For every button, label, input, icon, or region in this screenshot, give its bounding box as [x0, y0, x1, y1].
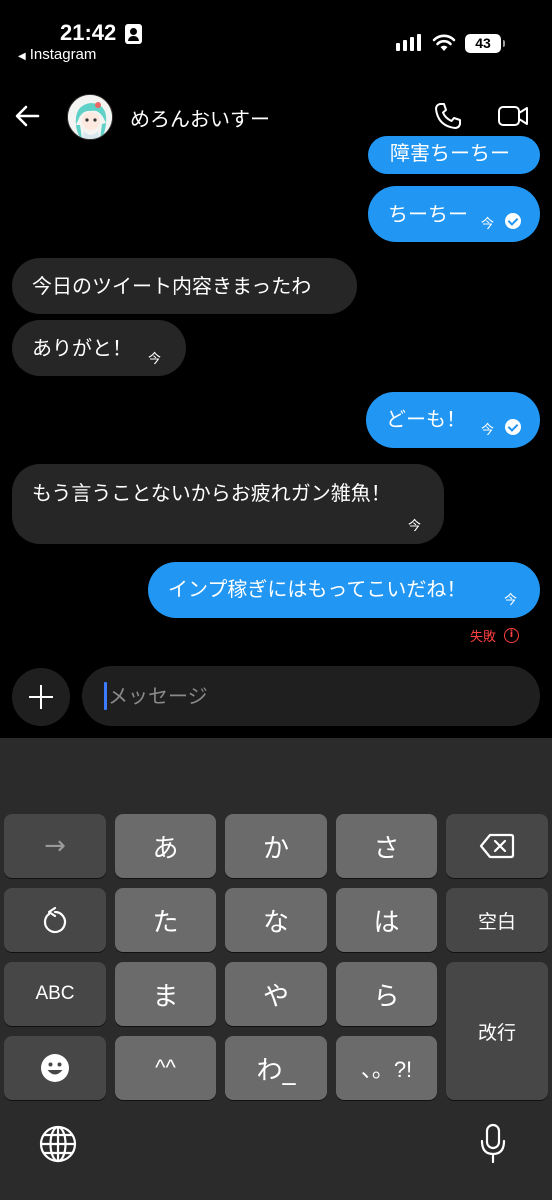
avatar-illustration	[68, 95, 112, 139]
text-caret	[104, 682, 107, 710]
cellular-signal-icon	[396, 34, 421, 51]
contact-name[interactable]: めろんおいすー	[130, 103, 270, 132]
key-a[interactable]: あ	[115, 814, 216, 878]
message-time: 今	[481, 423, 495, 438]
message-time: 今	[481, 217, 495, 232]
key-ya[interactable]: や	[225, 962, 327, 1026]
message-composer[interactable]	[82, 666, 540, 726]
message-bubble-outgoing[interactable]: どーも！ 今	[366, 392, 540, 448]
message-time: 今	[148, 352, 162, 367]
status-bar: 21:42 ◀ Instagram 43	[0, 0, 552, 70]
seen-check-icon	[505, 419, 521, 435]
failed-send-status[interactable]: 失敗 i	[470, 626, 520, 645]
key-wa[interactable]: わ_	[225, 1036, 327, 1100]
message-text: どーも！	[386, 407, 466, 431]
seen-check-icon	[505, 213, 521, 229]
space-key[interactable]: 空白	[446, 888, 548, 952]
status-time: 21:42	[60, 20, 117, 45]
message-bubble-outgoing[interactable]: ちーちー 今	[368, 186, 540, 242]
back-triangle-icon: ◀	[18, 51, 26, 62]
key-ta[interactable]: た	[115, 888, 216, 952]
microphone-icon[interactable]	[478, 1122, 508, 1166]
back-app-label: Instagram	[29, 46, 97, 63]
message-text: ありがと！	[32, 336, 132, 360]
video-call-icon[interactable]	[496, 100, 530, 132]
message-text: 今日のツイート内容きまったわ	[32, 274, 312, 298]
backspace-key[interactable]	[446, 814, 548, 878]
emoji-key[interactable]	[4, 1036, 106, 1100]
message-text: 障害ちーちー	[390, 141, 510, 165]
message-bubble-outgoing[interactable]: インプ稼ぎにはもってこいだね！ 今	[148, 562, 540, 618]
undo-key[interactable]	[4, 888, 106, 952]
backspace-icon	[479, 833, 515, 859]
globe-icon[interactable]	[38, 1124, 78, 1164]
message-time: 今	[408, 519, 422, 534]
key-arrow-next[interactable]: →	[4, 814, 106, 878]
contact-card-icon	[125, 24, 142, 44]
abc-key[interactable]: ABC	[4, 962, 106, 1026]
phone-icon[interactable]	[432, 100, 464, 132]
wifi-icon	[432, 34, 456, 51]
message-bubble-incoming[interactable]: もう言うことないからお疲れガン雑魚！ 今	[12, 464, 444, 544]
key-sa[interactable]: さ	[336, 814, 437, 878]
return-key[interactable]: 改行	[446, 962, 548, 1100]
undo-icon	[43, 906, 67, 934]
message-bubble-incoming[interactable]: ありがと！ 今	[12, 320, 186, 376]
back-to-app-link[interactable]: ◀ Instagram	[18, 46, 96, 63]
error-info-icon[interactable]: i	[504, 628, 520, 643]
message-text: インプ稼ぎにはもってこいだね！	[168, 577, 467, 601]
message-input[interactable]	[108, 666, 528, 726]
add-attachment-button[interactable]	[12, 668, 70, 726]
key-kaomoji[interactable]: ^^	[115, 1036, 216, 1100]
message-time: 今	[504, 593, 518, 608]
key-ra[interactable]: ら	[336, 962, 437, 1026]
message-text: ちーちー	[388, 202, 468, 226]
key-na[interactable]: な	[225, 888, 327, 952]
key-punctuation[interactable]: 、。?!	[336, 1036, 437, 1100]
emoji-icon	[41, 1054, 69, 1082]
key-ha[interactable]: は	[336, 888, 437, 952]
key-ka[interactable]: か	[225, 814, 327, 878]
message-bubble-incoming[interactable]: 今日のツイート内容きまったわ	[12, 258, 357, 314]
key-ma[interactable]: ま	[115, 962, 216, 1026]
battery-indicator: 43	[465, 34, 505, 53]
back-arrow-icon[interactable]	[12, 100, 44, 132]
avatar[interactable]	[67, 94, 113, 140]
failed-label: 失敗	[470, 630, 497, 645]
message-text: もう言うことないからお疲れガン雑魚！	[32, 481, 391, 505]
message-bubble-outgoing[interactable]: 障害ちーちー	[368, 136, 540, 174]
